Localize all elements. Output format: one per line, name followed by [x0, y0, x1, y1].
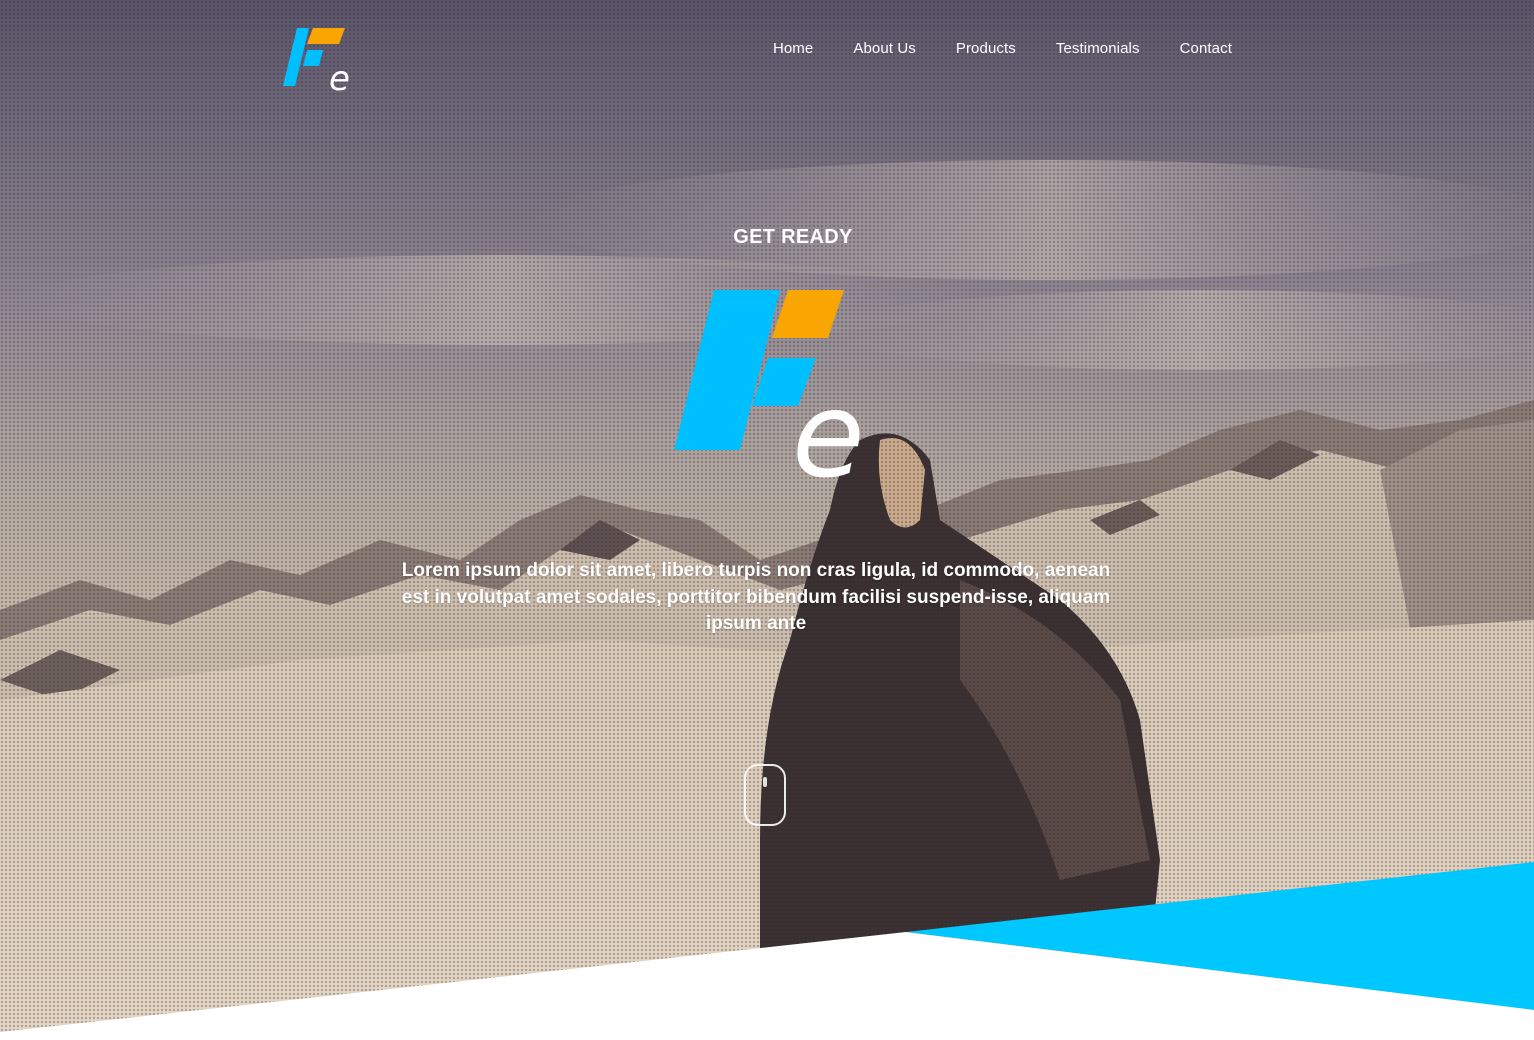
hero-lead-text: Lorem ipsum dolor sit amet, libero turpi… [401, 560, 1111, 634]
nav-products[interactable]: Products [956, 40, 1016, 57]
mouse-scroll-icon[interactable] [744, 764, 786, 826]
nav-about-us[interactable]: About Us [853, 40, 916, 57]
mouse-wheel-icon [763, 777, 767, 787]
nav-contact[interactable]: Contact [1180, 40, 1232, 57]
svg-text:e: e [329, 59, 350, 94]
main-nav: Home About Us Products Testimonials Cont… [773, 40, 1232, 57]
fe-logo-icon[interactable]: e [283, 26, 355, 94]
angled-divider [0, 862, 1534, 1040]
fe-large-logo-icon: e [674, 290, 865, 484]
nav-testimonials[interactable]: Testimonials [1056, 40, 1140, 57]
hero-section: e Home About Us Products Testimonials Co… [0, 0, 1534, 1040]
hero-eyebrow: GET READY [733, 226, 853, 248]
svg-text:e: e [792, 366, 865, 484]
nav-home[interactable]: Home [773, 40, 813, 57]
